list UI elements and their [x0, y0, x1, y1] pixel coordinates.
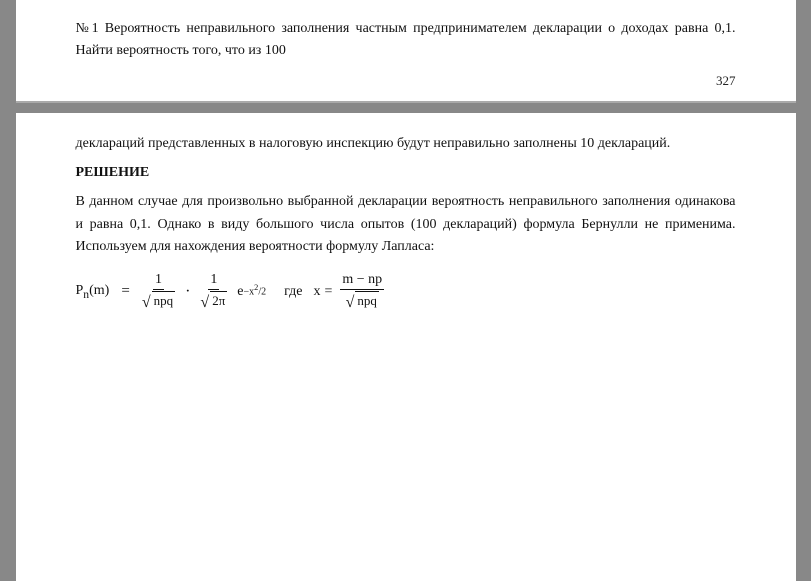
formula-frac2: 1 √ 2π	[198, 272, 229, 311]
page-gap	[0, 103, 811, 113]
solution-body: В данном случае для произвольно выбранно…	[76, 191, 736, 258]
sqrt-npq-x: √ npq	[346, 291, 379, 310]
sqrt-content-3: npq	[355, 291, 379, 310]
sqrt-npq: √ npq	[142, 291, 175, 310]
x-fraction: m − np √ npq	[340, 272, 384, 311]
x-numerator: m − np	[340, 272, 384, 290]
sqrt-content-1: npq	[152, 291, 176, 310]
frac1-denominator: √ npq	[140, 290, 177, 311]
frac2-denominator: √ 2π	[198, 290, 229, 311]
sqrt-symbol-3: √	[346, 295, 355, 311]
page-number: 327	[76, 73, 736, 89]
frac2-numerator: 1	[208, 272, 219, 290]
formula-frac1: 1 √ npq	[140, 272, 177, 311]
formula-dot: ·	[185, 283, 190, 301]
frac1-numerator: 1	[153, 272, 164, 290]
sqrt-content-2: 2π	[210, 291, 227, 310]
task-text: №1 Вероятность неправильного заполнения …	[76, 18, 736, 63]
formula-pn-label: Pn(m)	[76, 283, 110, 301]
where-label: где	[284, 284, 302, 300]
exp-x2: 2	[254, 283, 258, 292]
formula-where: где x = m − np √ npq	[284, 272, 388, 311]
solution-header: РЕШЕНИЕ	[76, 165, 736, 181]
exp-power: −x2/2	[244, 284, 267, 297]
sqrt-symbol-2: √	[200, 295, 209, 311]
formula-equals: =	[121, 283, 129, 300]
x-equals: =	[324, 284, 332, 300]
formula-pn-sub: n	[83, 288, 89, 301]
page-bottom-fragment: деклараций представленных в налоговую ин…	[16, 113, 796, 581]
x-label: x	[306, 284, 320, 300]
sqrt-symbol-1: √	[142, 295, 151, 311]
x-denominator: √ npq	[344, 290, 381, 311]
page-top-fragment: №1 Вероятность неправильного заполнения …	[16, 0, 796, 103]
formula-exp: e −x2/2	[237, 284, 266, 300]
sqrt-2pi: √ 2π	[200, 291, 227, 310]
formula-line: Pn(m) = 1 √ npq · 1 √ 2π	[76, 272, 736, 311]
continuation-text: деклараций представленных в налоговую ин…	[76, 133, 736, 155]
